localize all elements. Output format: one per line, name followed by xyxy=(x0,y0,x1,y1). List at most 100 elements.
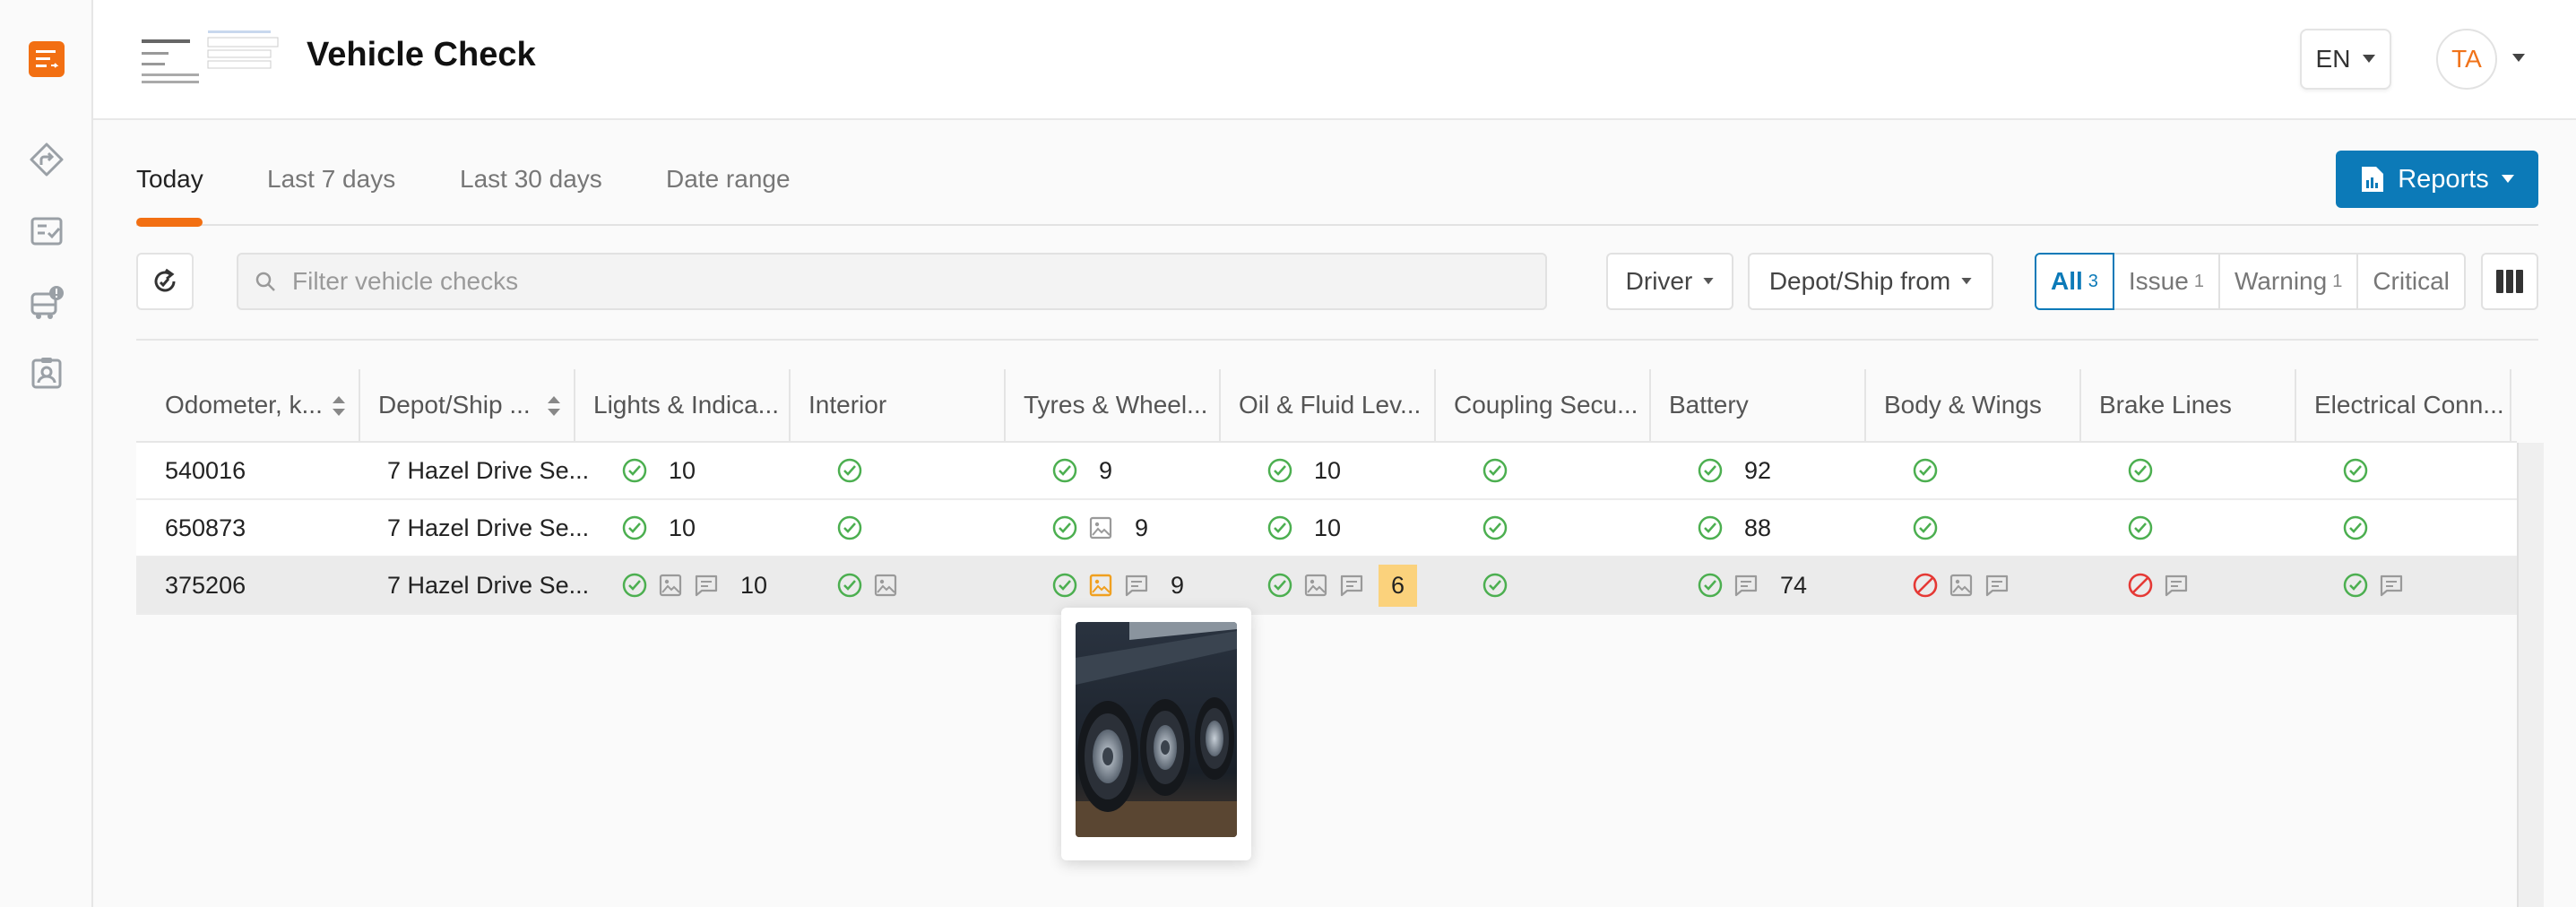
battery-cell[interactable]: 88 xyxy=(1669,500,1771,556)
check-circle-icon xyxy=(1052,515,1077,540)
oil-cell[interactable]: 10 xyxy=(1239,500,1341,556)
column-depot[interactable]: Depot/Ship ... xyxy=(360,369,575,441)
column-tyres[interactable]: Tyres & Wheel... xyxy=(1006,369,1221,441)
refresh-button[interactable] xyxy=(136,253,194,310)
user-menu-caret-icon[interactable] xyxy=(2511,54,2526,63)
interior-cell[interactable] xyxy=(808,443,862,498)
sort-icon[interactable] xyxy=(547,394,561,418)
user-avatar[interactable]: TA xyxy=(2436,29,2497,90)
brake-cell[interactable] xyxy=(2099,500,2153,556)
reports-button[interactable]: Reports xyxy=(2336,151,2538,208)
photo-icon[interactable] xyxy=(1088,515,1113,540)
photo-icon[interactable] xyxy=(873,573,898,598)
comment-icon[interactable] xyxy=(2164,573,2189,598)
column-brake[interactable]: Brake Lines xyxy=(2081,369,2296,441)
checklist-icon[interactable] xyxy=(29,213,65,249)
depot-filter[interactable]: Depot/Ship from xyxy=(1748,253,1993,310)
interior-cell[interactable] xyxy=(808,557,898,613)
filter-critical[interactable]: Critical xyxy=(2356,253,2466,310)
tyres-cell[interactable]: 9 xyxy=(1024,443,1112,498)
comment-icon[interactable] xyxy=(2379,573,2404,598)
battery-cell[interactable]: 92 xyxy=(1669,443,1771,498)
oil-cell[interactable]: 6 xyxy=(1239,557,1418,613)
column-body[interactable]: Body & Wings xyxy=(1866,369,2081,441)
comment-icon[interactable] xyxy=(1733,573,1759,598)
check-circle-icon xyxy=(1052,458,1077,483)
tyres-value: 9 xyxy=(1099,456,1113,484)
body-cell[interactable] xyxy=(1884,557,2010,613)
comment-icon[interactable] xyxy=(1984,573,2010,598)
coupling-cell[interactable] xyxy=(1454,500,1508,556)
check-circle-icon xyxy=(1482,573,1508,598)
body-cell[interactable] xyxy=(1884,443,1938,498)
tab-today[interactable]: Today xyxy=(136,165,203,194)
vertical-scrollbar[interactable] xyxy=(2517,443,2544,907)
interior-cell[interactable] xyxy=(808,500,862,556)
body-cell[interactable] xyxy=(1884,500,1938,556)
column-electrical[interactable]: Electrical Conn... xyxy=(2296,369,2511,441)
comment-icon[interactable] xyxy=(1124,573,1149,598)
table-row[interactable]: 540016 7 Hazel Drive Se... 10 9 10 92 xyxy=(136,443,2517,500)
tab-last-7-days[interactable]: Last 7 days xyxy=(267,165,395,194)
electrical-cell[interactable] xyxy=(2314,443,2368,498)
brake-cell[interactable] xyxy=(2099,557,2189,613)
sort-icon[interactable] xyxy=(332,394,346,418)
column-settings-button[interactable] xyxy=(2481,253,2538,310)
comment-icon[interactable] xyxy=(1339,573,1364,598)
table-row[interactable]: 375206 7 Hazel Drive Se... 10 9 6 74 xyxy=(136,557,2517,615)
photo-preview-popover xyxy=(1061,608,1251,860)
column-odometer[interactable]: Odometer, k... xyxy=(136,369,360,441)
electrical-cell[interactable] xyxy=(2314,500,2368,556)
column-oil[interactable]: Oil & Fluid Lev... xyxy=(1221,369,1436,441)
battery-cell[interactable]: 74 xyxy=(1669,557,1807,613)
check-circle-icon xyxy=(1482,458,1508,483)
depot-filter-label: Depot/Ship from xyxy=(1768,267,1951,295)
coupling-cell[interactable] xyxy=(1454,443,1508,498)
filter-issue[interactable]: Issue 1 xyxy=(2112,253,2220,310)
photo-icon[interactable] xyxy=(1949,573,1974,598)
vehicle-alert-icon[interactable] xyxy=(29,285,65,321)
brake-cell[interactable] xyxy=(2099,443,2153,498)
oil-cell[interactable]: 10 xyxy=(1239,443,1341,498)
filter-warning[interactable]: Warning 1 xyxy=(2217,253,2359,310)
search-input[interactable] xyxy=(292,267,1457,296)
driver-badge-icon[interactable] xyxy=(29,355,65,391)
filter-all[interactable]: All 3 xyxy=(2035,253,2114,310)
tab-last-30-days[interactable]: Last 30 days xyxy=(460,165,602,194)
column-label: Lights & Indica... xyxy=(593,391,780,419)
language-selector[interactable]: EN xyxy=(2300,29,2391,90)
tyres-cell[interactable]: 9 xyxy=(1024,557,1184,613)
oil-warning-value: 6 xyxy=(1379,564,1418,607)
route-icon[interactable] xyxy=(29,142,65,177)
odometer-cell: 650873 xyxy=(165,514,246,541)
driver-filter[interactable]: Driver xyxy=(1606,253,1733,310)
photo-icon[interactable] xyxy=(1303,573,1328,598)
user-initials: TA xyxy=(2451,45,2482,73)
lights-cell[interactable]: 10 xyxy=(593,500,696,556)
lights-cell[interactable]: 10 xyxy=(593,557,767,613)
electrical-cell[interactable] xyxy=(2314,557,2404,613)
app-logo-icon[interactable] xyxy=(29,41,65,77)
column-coupling[interactable]: Coupling Secu... xyxy=(1436,369,1651,441)
lights-cell[interactable]: 10 xyxy=(593,443,696,498)
photo-icon[interactable] xyxy=(658,573,683,598)
tyre-photo[interactable] xyxy=(1076,622,1237,837)
date-tabs: Today Last 7 days Last 30 days Date rang… xyxy=(136,161,2538,227)
segment-label: Issue xyxy=(2128,267,2189,295)
coupling-cell[interactable] xyxy=(1454,557,1508,613)
table-row[interactable]: 650873 7 Hazel Drive Se... 10 9 10 88 xyxy=(136,500,2517,557)
check-circle-icon xyxy=(1698,515,1723,540)
check-circle-icon xyxy=(837,458,862,483)
column-label: Odometer, k... xyxy=(165,391,323,419)
comment-icon[interactable] xyxy=(694,573,719,598)
column-battery[interactable]: Battery xyxy=(1651,369,1866,441)
photo-icon-active[interactable] xyxy=(1088,573,1113,598)
tab-date-range[interactable]: Date range xyxy=(666,165,791,194)
check-circle-icon xyxy=(1698,458,1723,483)
report-thumbnail[interactable] xyxy=(138,29,283,88)
check-circle-icon xyxy=(622,458,647,483)
tyres-cell[interactable]: 9 xyxy=(1024,500,1148,556)
table-header: Odometer, k... Depot/Ship ... Lights & I… xyxy=(136,369,2517,443)
column-lights[interactable]: Lights & Indica... xyxy=(575,369,791,441)
column-interior[interactable]: Interior xyxy=(791,369,1006,441)
